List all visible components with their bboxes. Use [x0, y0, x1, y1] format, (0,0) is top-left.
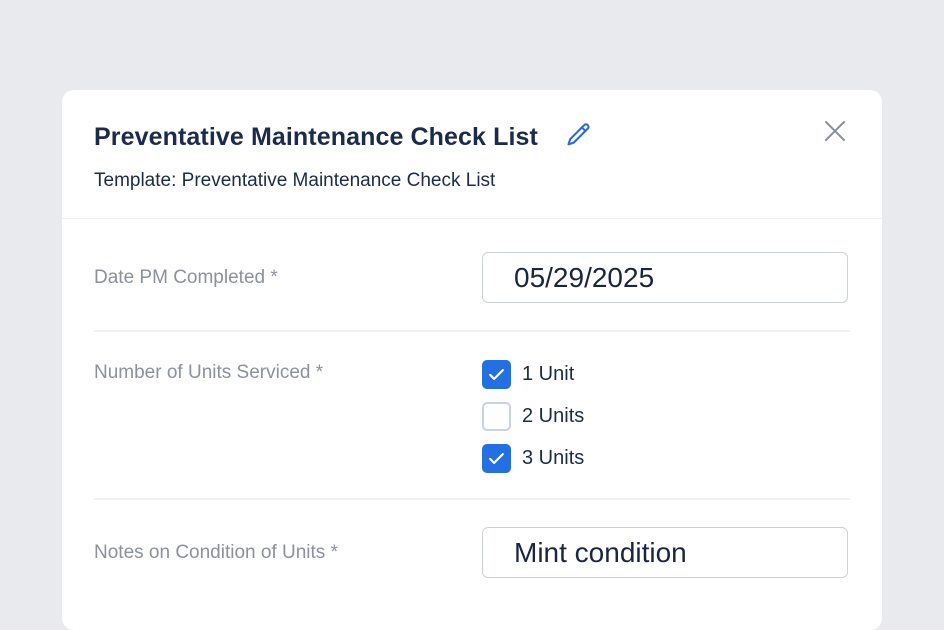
unit-option-3[interactable]: 3 Units [482, 444, 584, 473]
notes-row: Notes on Condition of Units * [94, 527, 850, 579]
pencil-icon [565, 121, 593, 154]
close-icon [823, 119, 847, 148]
date-completed-label: Date PM Completed * [94, 267, 278, 288]
checkbox-checked[interactable] [482, 360, 511, 389]
page-title: Preventative Maintenance Check List [94, 122, 538, 151]
check-icon [489, 369, 504, 380]
checkbox-label: 3 Units [522, 447, 585, 469]
checkbox-label: 1 Unit [522, 363, 575, 385]
title-row: Preventative Maintenance Check List [94, 122, 594, 152]
check-icon [489, 453, 504, 464]
unit-option-1[interactable]: 1 Unit [482, 360, 574, 389]
template-subtitle: Template: Preventative Maintenance Check… [94, 170, 496, 191]
date-completed-row: Date PM Completed * [94, 252, 850, 304]
date-completed-input[interactable] [482, 252, 848, 303]
edit-title-button[interactable] [564, 122, 594, 152]
notes-label: Notes on Condition of Units * [94, 542, 338, 563]
divider [94, 330, 850, 332]
modal-header: Preventative Maintenance Check List Temp… [62, 90, 882, 219]
divider [94, 498, 850, 500]
units-serviced-row: Number of Units Serviced * 1 Unit 2 Unit… [94, 360, 850, 476]
close-button[interactable] [822, 120, 848, 146]
maintenance-checklist-modal: Preventative Maintenance Check List Temp… [62, 90, 882, 630]
checkbox-label: 2 Units [522, 405, 585, 427]
units-serviced-label: Number of Units Serviced * [94, 362, 324, 383]
checkbox-checked[interactable] [482, 444, 511, 473]
unit-option-2[interactable]: 2 Units [482, 402, 584, 431]
notes-input[interactable] [482, 527, 848, 578]
checkbox-unchecked[interactable] [482, 402, 511, 431]
